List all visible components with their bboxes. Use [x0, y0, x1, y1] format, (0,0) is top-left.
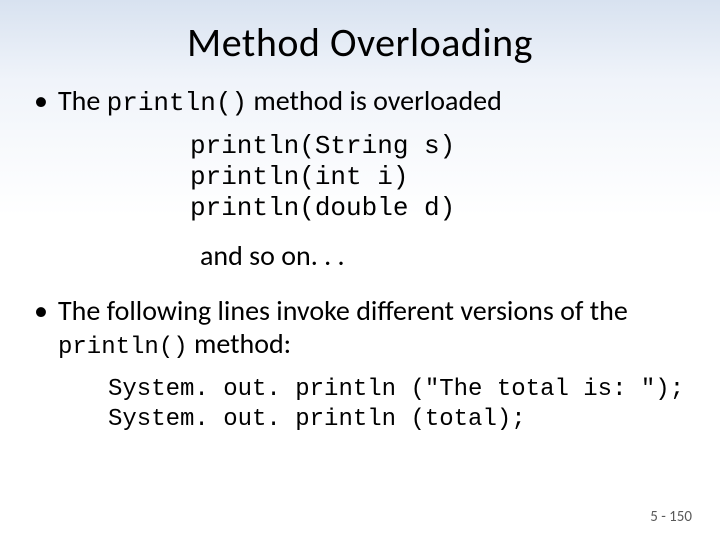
and-so-on: and so on. . . — [200, 238, 690, 273]
bullet2-code: println() — [58, 334, 188, 361]
code-block-1: println(String s) println(int i) println… — [190, 131, 690, 225]
slide: Method Overloading The println() method … — [0, 0, 720, 540]
bullet-list-2: The following lines invoke different ver… — [30, 295, 690, 361]
bullet1-post: method is overloaded — [247, 83, 502, 118]
bullet1-code: println() — [107, 88, 247, 118]
slide-title: Method Overloading — [30, 18, 690, 67]
bullet1-pre: The — [58, 83, 107, 118]
slide-number: 5 - 150 — [650, 508, 692, 526]
bullet-item-2: The following lines invoke different ver… — [30, 295, 690, 361]
bullet-item-1: The println() method is overloaded — [30, 85, 690, 119]
bullet2-post: method: — [188, 326, 292, 361]
bullet2-pre: The following lines invoke different ver… — [58, 293, 628, 328]
bullet-list: The println() method is overloaded — [30, 85, 690, 119]
code-block-2: System. out. println ("The total is: ");… — [108, 375, 690, 435]
